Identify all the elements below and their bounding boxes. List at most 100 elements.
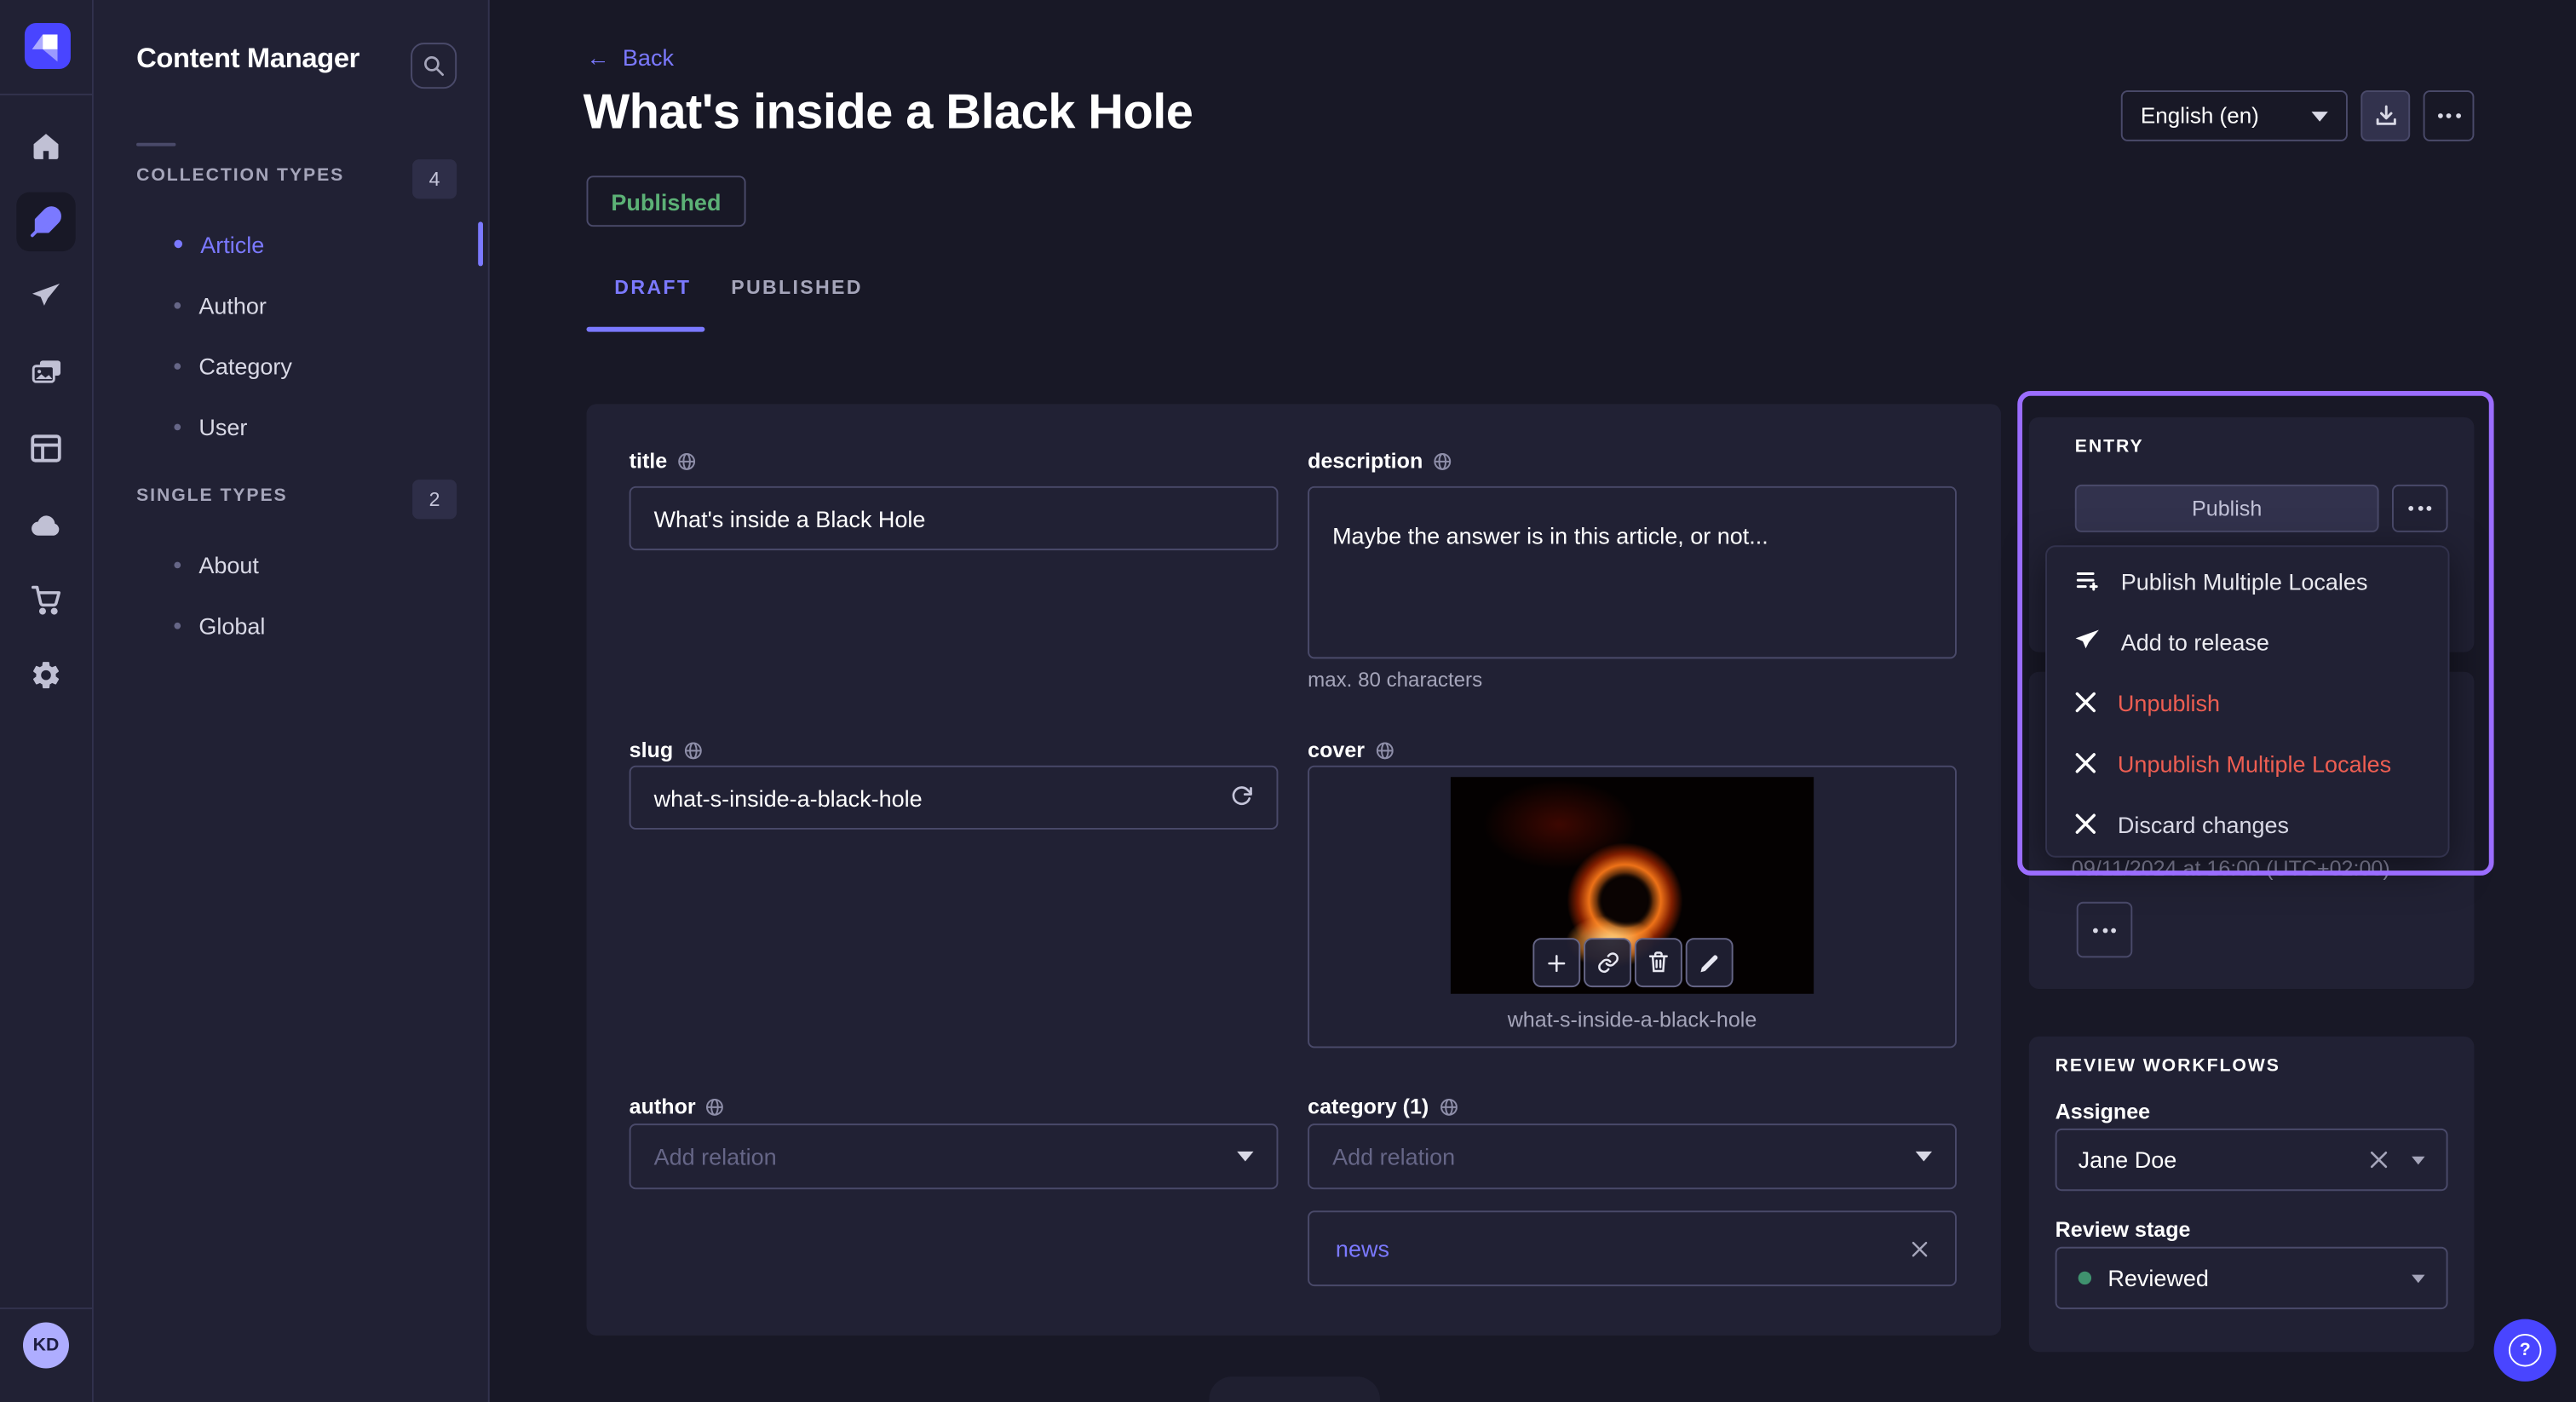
user-avatar[interactable]: KD — [23, 1322, 69, 1368]
tab-draft[interactable]: DRAFT — [614, 276, 691, 299]
edit-asset-button[interactable] — [1686, 938, 1734, 987]
link-icon — [1596, 951, 1619, 974]
gear-glyph — [30, 658, 63, 692]
assignee-combobox[interactable]: Jane Doe — [2056, 1129, 2448, 1191]
add-asset-button[interactable] — [1532, 938, 1580, 987]
tab-published[interactable]: PUBLISHED — [731, 276, 863, 299]
chevron-down-icon — [2311, 111, 2327, 121]
delete-asset-button[interactable] — [1635, 938, 1682, 987]
question-mark-icon: ? — [2509, 1334, 2542, 1367]
sidebar-item-global[interactable]: Global — [94, 595, 488, 655]
sidebar-item-about[interactable]: About — [94, 534, 488, 595]
main-content: ← Back What's inside a Black Hole Publis… — [490, 0, 2576, 1402]
content-manager-icon[interactable] — [16, 192, 75, 251]
sidebar-item-label: Author — [198, 291, 267, 318]
layout-glyph — [30, 434, 63, 463]
locale-value: English (en) — [2141, 103, 2312, 128]
collection-types-count-badge: 4 — [412, 159, 457, 198]
plus-icon — [1546, 952, 1567, 974]
globe-icon — [683, 740, 703, 760]
content-manager-sidebar: Content Manager COLLECTION TYPES 4 Artic… — [94, 0, 490, 1402]
sidebar-item-category[interactable]: Category — [94, 335, 488, 395]
marketplace-icon[interactable] — [16, 570, 75, 629]
home-icon[interactable] — [16, 117, 75, 175]
publish-button[interactable]: Publish — [2075, 485, 2379, 532]
media-library-icon[interactable] — [16, 343, 75, 402]
placeholder-text: Add relation — [654, 1143, 1238, 1169]
rail-bottom-divider — [0, 1307, 92, 1309]
menu-item-label: Unpublish Multiple Locales — [2118, 750, 2391, 776]
paper-plane-icon — [2073, 628, 2102, 656]
ellipsis-icon — [2437, 113, 2460, 118]
details-more-button[interactable] — [2077, 902, 2133, 958]
export-button[interactable] — [2360, 90, 2410, 141]
strapi-logo-glyph — [25, 23, 71, 69]
sidebar-item-label: About — [198, 551, 259, 577]
content-type-builder-icon[interactable] — [16, 419, 75, 478]
sidebar-item-article[interactable]: Article — [94, 214, 488, 274]
paper-plane-glyph — [30, 281, 63, 314]
assignee-value: Jane Doe — [2079, 1146, 2177, 1173]
slug-input[interactable]: what-s-inside-a-black-hole — [630, 766, 1279, 830]
label-text: slug — [630, 738, 674, 762]
ellipsis-icon — [2408, 506, 2431, 511]
help-button[interactable]: ? — [2494, 1319, 2556, 1382]
author-field-label: author — [630, 1094, 1279, 1118]
collection-types-list: Article Author Category User — [94, 214, 488, 457]
entry-more-button[interactable] — [2392, 485, 2448, 532]
label-text: title — [630, 448, 668, 473]
stage-status-dot — [2079, 1272, 2091, 1284]
single-types-count-badge: 2 — [412, 480, 457, 519]
menu-item-publish-multiple-locales[interactable]: Publish Multiple Locales — [2047, 550, 2448, 611]
bullet-icon — [174, 240, 182, 249]
icon-rail: KD — [0, 0, 94, 1402]
stage-value: Reviewed — [2107, 1265, 2209, 1291]
sidebar-item-label: User — [198, 413, 247, 440]
description-helper: max. 80 characters — [1308, 669, 1957, 692]
strapi-logo[interactable] — [25, 23, 71, 69]
remove-relation-button[interactable] — [1911, 1239, 1929, 1257]
category-relation-combobox[interactable]: Add relation — [1308, 1123, 1957, 1189]
category-field-label: category (1) — [1308, 1094, 1957, 1118]
clear-icon[interactable] — [2369, 1150, 2389, 1169]
globe-icon — [677, 451, 697, 470]
review-workflows-title: REVIEW WORKFLOWS — [2056, 1056, 2280, 1076]
copy-link-button[interactable] — [1584, 938, 1631, 987]
regenerate-slug-button[interactable] — [1229, 783, 1254, 813]
pictures-glyph — [29, 356, 63, 389]
next-section-peek — [1209, 1376, 1380, 1402]
back-link[interactable]: ← Back — [586, 44, 673, 71]
label-text: author — [630, 1094, 696, 1118]
settings-icon[interactable] — [16, 646, 75, 704]
search-button[interactable] — [411, 43, 457, 89]
slug-value: what-s-inside-a-black-hole — [654, 784, 923, 811]
title-field-label: title — [630, 448, 1279, 473]
header-more-button[interactable] — [2424, 90, 2475, 141]
rail-divider — [0, 94, 92, 95]
cover-toolbar — [1532, 938, 1733, 987]
menu-item-add-to-release[interactable]: Add to release — [2047, 611, 2448, 671]
cloud-icon[interactable] — [16, 494, 75, 553]
x-icon — [2073, 690, 2098, 715]
author-relation-combobox[interactable]: Add relation — [630, 1123, 1279, 1189]
single-types-list: About Global — [94, 534, 488, 656]
ellipsis-icon — [2093, 928, 2116, 933]
home-glyph — [30, 129, 63, 163]
menu-item-unpublish[interactable]: Unpublish — [2047, 672, 2448, 733]
feather-glyph — [30, 205, 63, 238]
sidebar-item-label: Global — [198, 612, 265, 638]
review-stage-combobox[interactable]: Reviewed — [2056, 1247, 2448, 1309]
title-input[interactable]: What's inside a Black Hole — [630, 486, 1279, 550]
menu-item-unpublish-multiple-locales[interactable]: Unpublish Multiple Locales — [2047, 733, 2448, 793]
bullet-icon — [174, 302, 181, 308]
releases-icon[interactable] — [16, 267, 75, 326]
description-textarea[interactable]: Maybe the answer is in this article, or … — [1308, 486, 1957, 658]
sidebar-item-label: Category — [198, 353, 292, 379]
locale-select[interactable]: English (en) — [2121, 90, 2348, 141]
sidebar-item-author[interactable]: Author — [94, 274, 488, 335]
sidebar-item-user[interactable]: User — [94, 396, 488, 457]
placeholder-text: Add relation — [1332, 1143, 1916, 1169]
relation-link-news[interactable]: news — [1336, 1235, 1389, 1261]
category-relation-item: news — [1308, 1210, 1957, 1286]
menu-item-discard-changes[interactable]: Discard changes — [2047, 793, 2448, 853]
